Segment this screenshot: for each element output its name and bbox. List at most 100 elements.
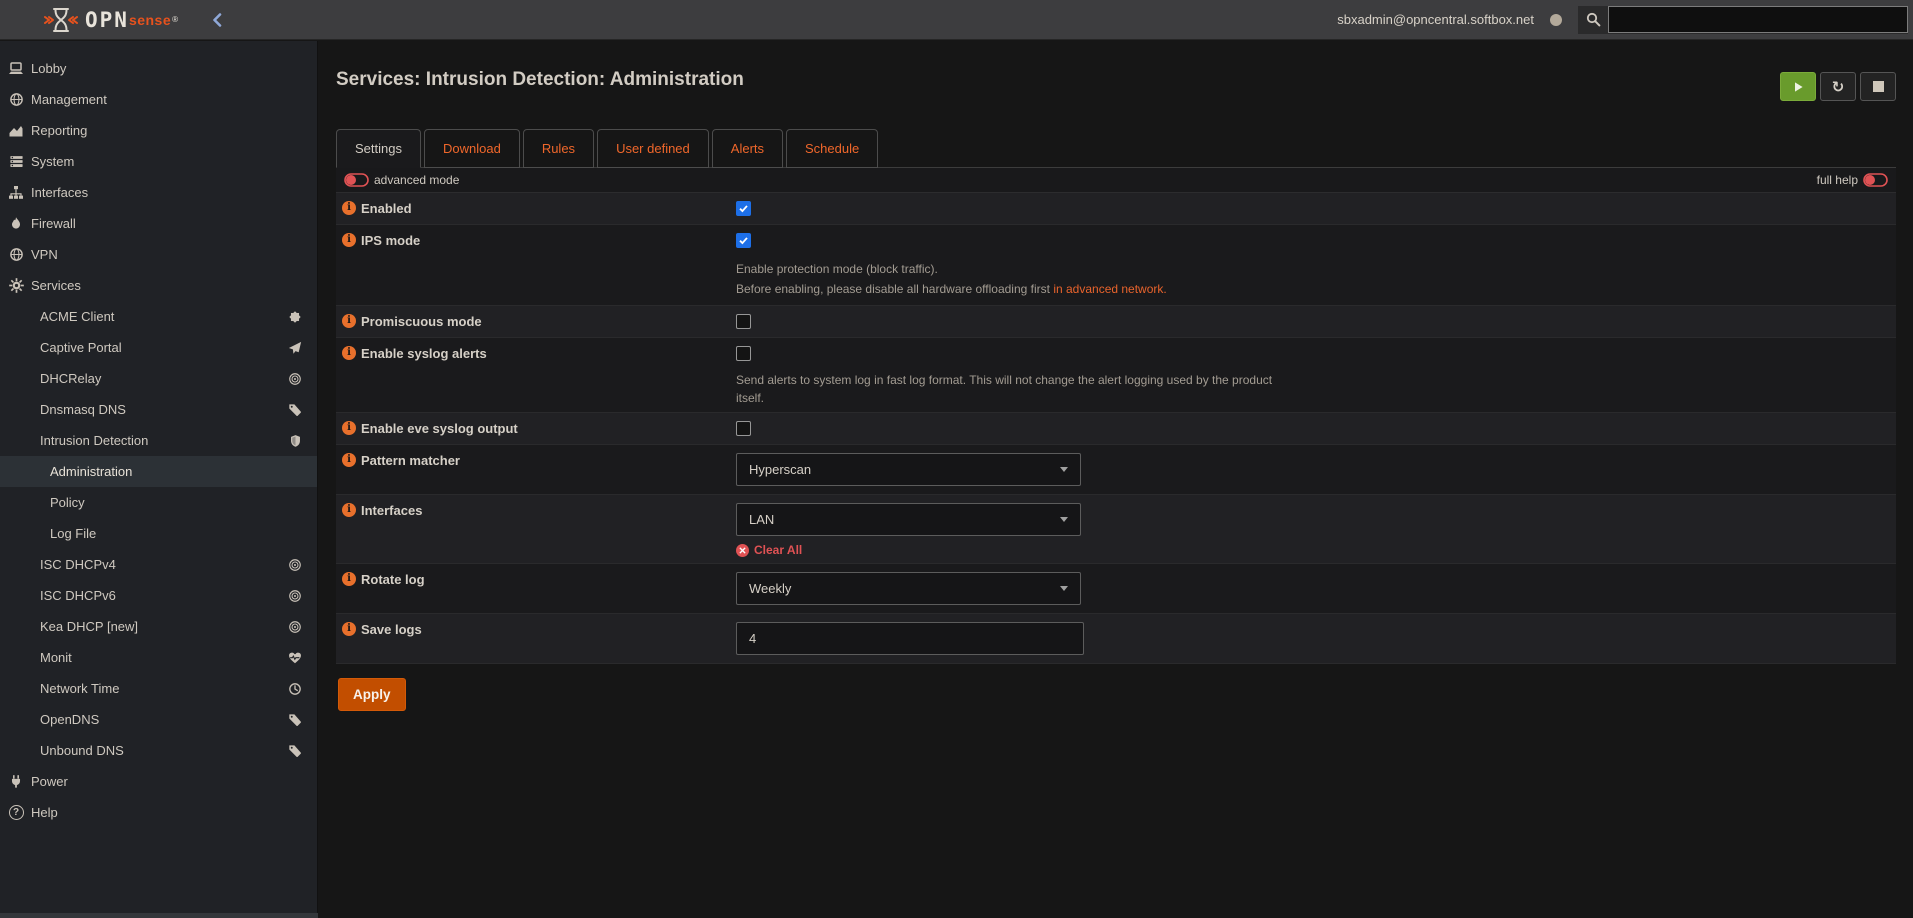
help-text: Enable protection mode (block traffic). [736,261,1886,277]
sidebar-item-label: Policy [50,495,85,510]
sidebar-item-label: ISC DHCPv6 [40,588,116,603]
sidebar-item-label: Interfaces [31,185,88,200]
enabled-checkbox[interactable] [736,201,751,216]
form-row-pattern-matcher: i Pattern matcher Hyperscan [336,445,1896,495]
sidebar-item-unbound-dns[interactable]: Unbound DNS [0,735,317,766]
sidebar-item-management[interactable]: Management [0,84,317,115]
sidebar-item-isc-dhcpv4[interactable]: ISC DHCPv4 [0,549,317,580]
bullseye-icon [288,589,302,603]
sidebar-item-administration[interactable]: Administration [0,456,317,487]
info-icon: i [342,503,356,517]
full-help-toggle[interactable] [1863,173,1888,187]
tab-schedule[interactable]: Schedule [786,129,878,168]
info-icon: i [342,233,356,247]
stop-service-button[interactable] [1860,72,1896,101]
form-row-rotate-log: iRotate log Weekly [336,564,1896,614]
sidebar-item-label: Unbound DNS [40,743,124,758]
sidebar-item-isc-dhcpv6[interactable]: ISC DHCPv6 [0,580,317,611]
sidebar-item-captive-portal[interactable]: Captive Portal [0,332,317,363]
search-bar [1578,6,1908,34]
tag-icon [288,713,302,727]
promiscuous-mode-checkbox[interactable] [736,314,751,329]
sidebar-item-system[interactable]: System [0,146,317,177]
sidebar-item-label: Power [31,774,68,789]
sidebar-item-power[interactable]: Power [0,766,317,797]
sidebar-item-label: VPN [31,247,58,262]
form-row-enable-syslog-alerts: iEnable syslog alerts Send alerts to sys… [336,338,1896,413]
tab-settings[interactable]: Settings [336,129,421,168]
stop-icon [1873,81,1884,92]
sidebar-item-opendns[interactable]: OpenDNS [0,704,317,735]
page-title: Services: Intrusion Detection: Administr… [336,69,1896,91]
toggle-off-icon [344,173,369,187]
sidebar-item-dnsmasq-dns[interactable]: Dnsmasq DNS [0,394,317,425]
sidebar-item-label: Network Time [40,681,119,696]
topbar-right: sbxadmin@opncentral.softbox.net [1337,6,1913,34]
search-input[interactable] [1608,6,1908,33]
sidebar-item-label: Help [31,805,58,820]
sidebar-item-acme-client[interactable]: ACME Client [0,301,317,332]
sidebar-item-label: Captive Portal [40,340,122,355]
gear-icon [8,278,24,293]
enable-eve-syslog-output-checkbox[interactable] [736,421,751,436]
sidebar-item-firewall[interactable]: Firewall [0,208,317,239]
sidebar-item-policy[interactable]: Policy [0,487,317,518]
enable-syslog-alerts-checkbox[interactable] [736,346,751,361]
sidebar-item-log-file[interactable]: Log File [0,518,317,549]
advanced-mode-toggle[interactable] [344,173,369,187]
opnsense-logo[interactable]: OPNsense® [0,6,178,34]
rotate-log-select[interactable]: Weekly [736,572,1081,605]
tab-alerts[interactable]: Alerts [712,129,783,168]
tab-rules[interactable]: Rules [523,129,594,168]
field-label: Pattern matcher [361,453,460,468]
interfaces-select[interactable]: LAN [736,503,1081,536]
sidebar-item-dhcrelay[interactable]: DHCRelay [0,363,317,394]
sitemap-icon [8,185,24,200]
area-chart-icon [8,123,24,138]
selected-value: Hyperscan [749,462,811,477]
sidebar-collapse-button[interactable] [208,11,226,29]
sidebar-item-intrusion-detection[interactable]: Intrusion Detection [0,425,317,456]
chevron-down-icon [1060,517,1068,522]
topbar: OPNsense® sbxadmin@opncentral.softbox.ne… [0,0,1913,40]
sidebar-item-lobby[interactable]: Lobby [0,53,317,84]
save-logs-input[interactable] [736,622,1084,655]
sidebar-item-monit[interactable]: Monit [0,642,317,673]
sidebar-item-kea-dhcp[interactable]: Kea DHCP [new] [0,611,317,642]
sidebar-item-reporting[interactable]: Reporting [0,115,317,146]
form-row-enable-eve-syslog-output: iEnable eve syslog output [336,413,1896,445]
user-menu[interactable]: sbxadmin@opncentral.softbox.net [1337,12,1534,27]
tab-download[interactable]: Download [424,129,520,168]
sidebar-item-services[interactable]: Services [0,270,317,301]
advanced-network-link[interactable]: in advanced network. [1053,282,1166,296]
form-row-interfaces: iInterfaces LAN Clear All [336,495,1896,564]
lobby-icon [8,61,24,76]
service-actions: ↻ [1780,72,1896,101]
restart-service-button[interactable]: ↻ [1820,72,1856,101]
tab-user-defined[interactable]: User defined [597,129,709,168]
pattern-matcher-select[interactable]: Hyperscan [736,453,1081,486]
globe-icon [8,247,24,262]
field-label: Promiscuous mode [361,314,482,329]
info-icon: i [342,453,356,467]
sidebar-item-interfaces[interactable]: Interfaces [0,177,317,208]
sidebar-item-label: Log File [50,526,96,541]
sidebar-item-label: Dnsmasq DNS [40,402,126,417]
info-icon: i [342,421,356,435]
sidebar-item-network-time[interactable]: Network Time [0,673,317,704]
selected-value: LAN [749,512,774,527]
sidebar-item-label: Management [31,92,107,107]
plug-icon [8,774,24,789]
clear-all-button[interactable]: Clear All [736,543,1886,557]
tab-bar: Settings Download Rules User defined Ale… [336,129,1896,168]
sidebar-item-label: DHCRelay [40,371,101,386]
sidebar-scrollbar[interactable] [0,913,318,918]
ips-mode-checkbox[interactable] [736,233,751,248]
globe-icon [8,92,24,107]
sidebar-item-help[interactable]: ? Help [0,797,317,828]
help-bar: advanced mode full help [336,168,1896,193]
apply-button[interactable]: Apply [338,678,406,711]
sidebar-item-vpn[interactable]: VPN [0,239,317,270]
sidebar-item-label: Reporting [31,123,87,138]
start-service-button[interactable] [1780,72,1816,101]
